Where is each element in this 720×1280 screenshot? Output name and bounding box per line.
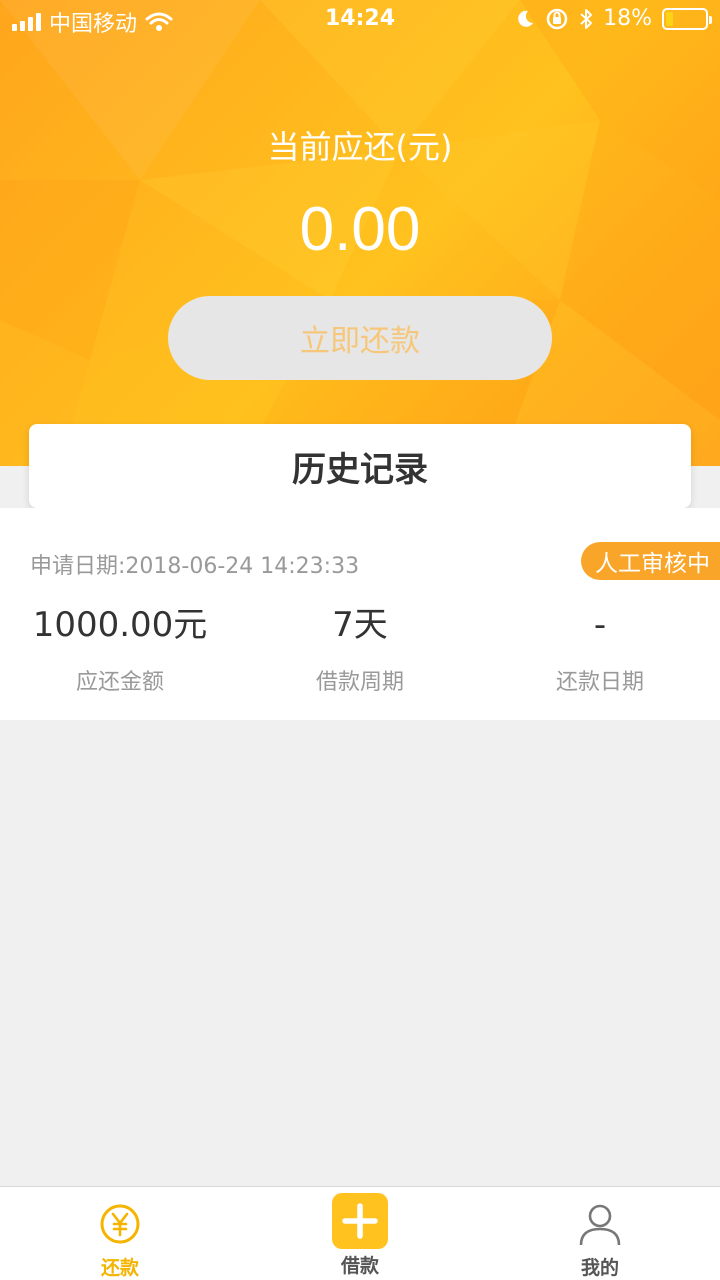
repay-date-label: 还款日期 — [555, 670, 644, 695]
status-bar: 中国移动 14:24 18% — [0, 0, 720, 40]
status-badge: 人工审核中 — [581, 542, 720, 580]
repay-now-button[interactable]: 立即还款 — [168, 296, 552, 380]
plus-square-icon — [332, 1193, 388, 1249]
loan-period-label: 借款周期 — [315, 670, 404, 695]
due-amount: 0.00 — [299, 195, 421, 264]
stat-repay-date: - 还款日期 — [480, 600, 720, 696]
tab-borrow[interactable]: 借款 — [240, 1187, 480, 1280]
repay-amount-label: 应还金额 — [75, 670, 164, 695]
repay-date-value: - — [593, 605, 607, 645]
moon-icon — [518, 10, 534, 27]
stat-loan-period: 7天 借款周期 — [240, 600, 480, 696]
tab-repay-label: 还款 — [100, 1257, 139, 1279]
apply-date: 申请日期:2018-06-24 14:23:33 — [30, 554, 360, 579]
rotation-lock-icon — [546, 8, 568, 29]
due-label: 当前应还(元) — [267, 128, 453, 166]
repay-amount-value: 1000.00元 — [32, 605, 208, 645]
tab-mine[interactable]: 我的 — [480, 1187, 720, 1280]
user-icon — [579, 1204, 621, 1246]
tab-repay[interactable]: 还款 — [0, 1187, 240, 1280]
stat-repay-amount: 1000.00元 应还金额 — [0, 600, 240, 696]
yen-circle-icon — [100, 1204, 140, 1244]
history-records-header[interactable]: 历史记录 — [29, 424, 691, 508]
tab-borrow-label: 借款 — [340, 1255, 379, 1277]
tab-bar: 还款 借款 我的 — [0, 1186, 720, 1280]
bluetooth-icon — [580, 8, 593, 29]
loan-record[interactable]: 申请日期:2018-06-24 14:23:33 人工审核中 1000.00元 … — [0, 508, 720, 720]
loan-period-value: 7天 — [332, 605, 388, 645]
battery-percent: 18% — [603, 6, 652, 31]
header-banner: 中国移动 14:24 18% 当前应还(元) 0.00 立即还款 — [0, 0, 720, 466]
battery-icon — [662, 7, 712, 30]
tab-mine-label: 我的 — [580, 1257, 619, 1279]
